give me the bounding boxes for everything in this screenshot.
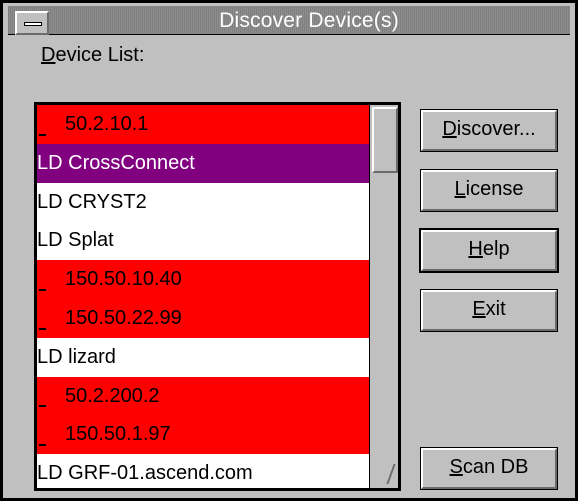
device-name: 50.2.10.1 [65, 113, 149, 135]
device-list-item[interactable]: 150.50.10.40 [37, 260, 375, 299]
device-listbox[interactable]: 50.2.10.1 LD CrossConnect LD CRYST2 LD Spla… [34, 102, 401, 491]
device-name: 150.50.1.97 [65, 423, 171, 446]
help-button[interactable]: Help [419, 228, 559, 273]
row-marker-icon [39, 288, 46, 291]
device-list-item[interactable]: LD lizard [37, 337, 375, 377]
device-list-label: Device List: [41, 44, 145, 66]
scroll-thumb[interactable] [372, 107, 398, 173]
device-list-item[interactable]: 50.2.200.2 [37, 376, 375, 416]
device-name: 150.50.10.40 [65, 268, 182, 291]
system-menu-icon [24, 22, 42, 26]
discover-devices-dialog: Discover Device(s) Device List: 50.2.10.… [0, 0, 578, 501]
scroll-resize-grip [386, 464, 396, 484]
device-name: GRF-01.ascend.com [68, 462, 253, 485]
exit-button[interactable]: Exit [420, 289, 558, 332]
system-menu-button[interactable] [15, 11, 49, 35]
device-list-item[interactable]: LD Splat [37, 221, 375, 261]
device-prefix: LD [37, 151, 63, 174]
device-name: CrossConnect [68, 151, 195, 174]
row-marker-icon [39, 405, 46, 408]
device-name: CRYST2 [68, 190, 147, 213]
row-marker-icon [39, 444, 46, 447]
row-marker-icon [39, 133, 46, 136]
device-name: Splat [68, 229, 114, 252]
window-title: Discover Device(s) [219, 9, 399, 32]
scan-db-button[interactable]: Scan DB [420, 447, 558, 490]
discover-button[interactable]: Discover... [420, 109, 558, 152]
title-bar[interactable]: Discover Device(s) [8, 6, 570, 35]
device-list-item[interactable]: 150.50.1.97 [37, 415, 375, 455]
device-prefix: LD [37, 190, 63, 213]
device-list-item[interactable]: LD CrossConnect [37, 143, 375, 183]
device-items: 50.2.10.1 LD CrossConnect LD CRYST2 LD Spla… [37, 105, 375, 488]
device-list-item[interactable]: 150.50.22.99 [37, 298, 375, 338]
device-list-item[interactable]: LD GRF-01.ascend.com [37, 454, 375, 488]
vertical-scrollbar[interactable] [369, 105, 398, 488]
row-marker-icon [39, 327, 46, 330]
device-list-item[interactable]: 50.2.10.1 [37, 105, 375, 144]
device-prefix: LD [37, 345, 63, 368]
device-name: lizard [68, 345, 116, 368]
device-prefix: LD [37, 462, 63, 485]
device-name: 50.2.200.2 [65, 384, 160, 407]
license-button[interactable]: License [420, 169, 558, 212]
device-name: 150.50.22.99 [65, 306, 182, 329]
device-list-item[interactable]: LD CRYST2 [37, 182, 375, 222]
device-prefix: LD [37, 229, 63, 252]
